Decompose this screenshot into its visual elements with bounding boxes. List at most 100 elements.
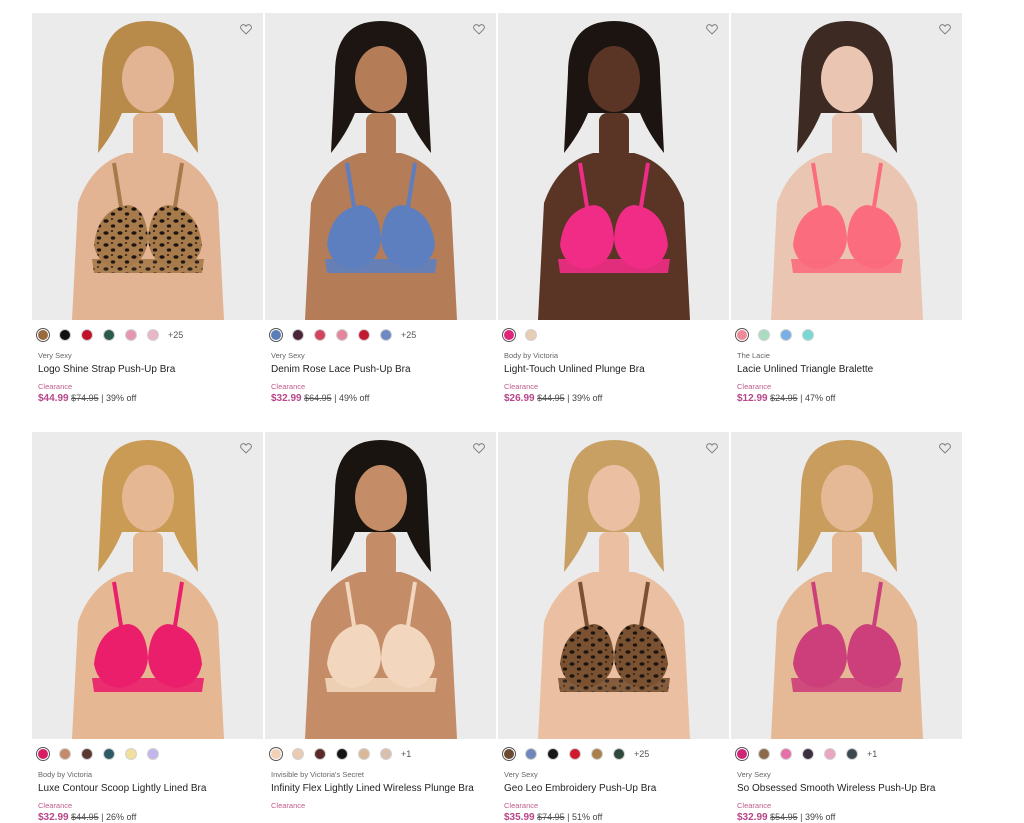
- color-swatches: +25: [32, 328, 263, 342]
- color-swatch[interactable]: [825, 749, 835, 759]
- product-card[interactable]: Body by Victoria Light-Touch Unlined Plun…: [498, 13, 729, 404]
- color-swatch[interactable]: [737, 330, 747, 340]
- original-price: $44.95: [537, 393, 565, 403]
- more-colors-count[interactable]: +25: [401, 330, 416, 340]
- product-card[interactable]: +1 Very Sexy So Obsessed Smooth Wireless P…: [731, 432, 962, 823]
- discount-percent: | 49% off: [334, 393, 370, 403]
- original-price: $74.95: [537, 812, 565, 822]
- product-brand: Invisible by Victoria's Secret: [271, 770, 364, 779]
- color-swatch[interactable]: [381, 749, 391, 759]
- color-swatch[interactable]: [293, 330, 303, 340]
- product-card[interactable]: +25 Very Sexy Logo Shine Strap Push-Up Bra…: [32, 13, 263, 404]
- color-swatch[interactable]: [82, 749, 92, 759]
- color-swatch[interactable]: [271, 330, 281, 340]
- color-swatch[interactable]: [315, 330, 325, 340]
- heart-outline-icon[interactable]: [938, 441, 952, 455]
- sale-price: $32.99: [38, 812, 69, 823]
- product-card[interactable]: +25 Very Sexy Denim Rose Lace Push-Up Bra C…: [265, 13, 496, 404]
- heart-outline-icon[interactable]: [472, 441, 486, 455]
- color-swatch[interactable]: [803, 330, 813, 340]
- discount-percent: | 47% off: [800, 393, 836, 403]
- model-illustration: [771, 21, 923, 320]
- product-card[interactable]: Body by Victoria Luxe Contour Scoop Light…: [32, 432, 263, 823]
- product-photo[interactable]: [265, 432, 496, 739]
- product-photo[interactable]: [498, 432, 729, 739]
- clearance-label: Clearance: [737, 382, 772, 391]
- color-swatch[interactable]: [82, 330, 92, 340]
- color-swatch[interactable]: [737, 749, 747, 759]
- color-swatches: +1: [265, 747, 496, 761]
- product-card[interactable]: +25 Very Sexy Geo Leo Embroidery Push-Up B…: [498, 432, 729, 823]
- product-photo[interactable]: [731, 432, 962, 739]
- more-colors-count[interactable]: +1: [401, 749, 411, 759]
- product-photo[interactable]: [498, 13, 729, 320]
- color-swatch[interactable]: [781, 749, 791, 759]
- color-swatch[interactable]: [337, 330, 347, 340]
- color-swatch[interactable]: [359, 330, 369, 340]
- color-swatch[interactable]: [271, 749, 281, 759]
- product-brand: Very Sexy: [38, 351, 72, 360]
- color-swatch[interactable]: [504, 749, 514, 759]
- sale-price: $35.99: [504, 812, 535, 823]
- color-swatch[interactable]: [803, 749, 813, 759]
- color-swatch[interactable]: [126, 330, 136, 340]
- color-swatch[interactable]: [148, 749, 158, 759]
- more-colors-count[interactable]: +25: [168, 330, 183, 340]
- heart-outline-icon[interactable]: [239, 441, 253, 455]
- heart-outline-icon[interactable]: [239, 22, 253, 36]
- heart-outline-icon[interactable]: [705, 22, 719, 36]
- original-price: $64.95: [304, 393, 332, 403]
- product-name[interactable]: Denim Rose Lace Push-Up Bra: [271, 363, 490, 376]
- product-photo[interactable]: [731, 13, 962, 320]
- color-swatch[interactable]: [847, 749, 857, 759]
- color-swatch[interactable]: [381, 330, 391, 340]
- color-swatch[interactable]: [759, 749, 769, 759]
- color-swatch[interactable]: [293, 749, 303, 759]
- color-swatch[interactable]: [592, 749, 602, 759]
- color-swatch[interactable]: [359, 749, 369, 759]
- heart-outline-icon[interactable]: [705, 441, 719, 455]
- color-swatch[interactable]: [548, 749, 558, 759]
- color-swatch[interactable]: [126, 749, 136, 759]
- color-swatch[interactable]: [38, 330, 48, 340]
- price-line: $32.99 $64.95 | 49% off: [271, 393, 496, 404]
- heart-outline-icon[interactable]: [472, 22, 486, 36]
- product-name[interactable]: Logo Shine Strap Push-Up Bra: [38, 363, 257, 376]
- color-swatch[interactable]: [315, 749, 325, 759]
- color-swatch[interactable]: [759, 330, 769, 340]
- product-name[interactable]: So Obsessed Smooth Wireless Push-Up Bra: [737, 782, 956, 795]
- color-swatch[interactable]: [148, 330, 158, 340]
- price-line: $44.99 $74.95 | 39% off: [38, 393, 263, 404]
- color-swatch[interactable]: [60, 749, 70, 759]
- price-line: $26.99 $44.95 | 39% off: [504, 393, 729, 404]
- color-swatch[interactable]: [104, 749, 114, 759]
- product-card[interactable]: +1 Invisible by Victoria's Secret Infinity…: [265, 432, 496, 810]
- color-swatch[interactable]: [337, 749, 347, 759]
- discount-percent: | 39% off: [101, 393, 137, 403]
- product-photo[interactable]: [32, 13, 263, 320]
- color-swatch[interactable]: [104, 330, 114, 340]
- more-colors-count[interactable]: +25: [634, 749, 649, 759]
- product-name[interactable]: Lacie Unlined Triangle Bralette: [737, 363, 956, 376]
- color-swatch[interactable]: [781, 330, 791, 340]
- color-swatch[interactable]: [526, 749, 536, 759]
- color-swatch[interactable]: [614, 749, 624, 759]
- product-name[interactable]: Light-Touch Unlined Plunge Bra: [504, 363, 723, 376]
- heart-outline-icon[interactable]: [938, 22, 952, 36]
- product-card[interactable]: The Lacie Lacie Unlined Triangle Bralette…: [731, 13, 962, 404]
- price-line: $35.99 $74.95 | 51% off: [504, 812, 729, 823]
- color-swatch[interactable]: [570, 749, 580, 759]
- color-swatch[interactable]: [526, 330, 536, 340]
- model-illustration: [72, 440, 224, 739]
- product-name[interactable]: Luxe Contour Scoop Lightly Lined Bra: [38, 782, 257, 795]
- product-photo[interactable]: [265, 13, 496, 320]
- product-name[interactable]: Infinity Flex Lightly Lined Wireless Plu…: [271, 782, 490, 795]
- sale-price: $26.99: [504, 393, 535, 404]
- color-swatch[interactable]: [60, 330, 70, 340]
- color-swatch[interactable]: [504, 330, 514, 340]
- product-photo[interactable]: [32, 432, 263, 739]
- product-name[interactable]: Geo Leo Embroidery Push-Up Bra: [504, 782, 723, 795]
- more-colors-count[interactable]: +1: [867, 749, 877, 759]
- color-swatch[interactable]: [38, 749, 48, 759]
- price-line: $12.99 $24.95 | 47% off: [737, 393, 962, 404]
